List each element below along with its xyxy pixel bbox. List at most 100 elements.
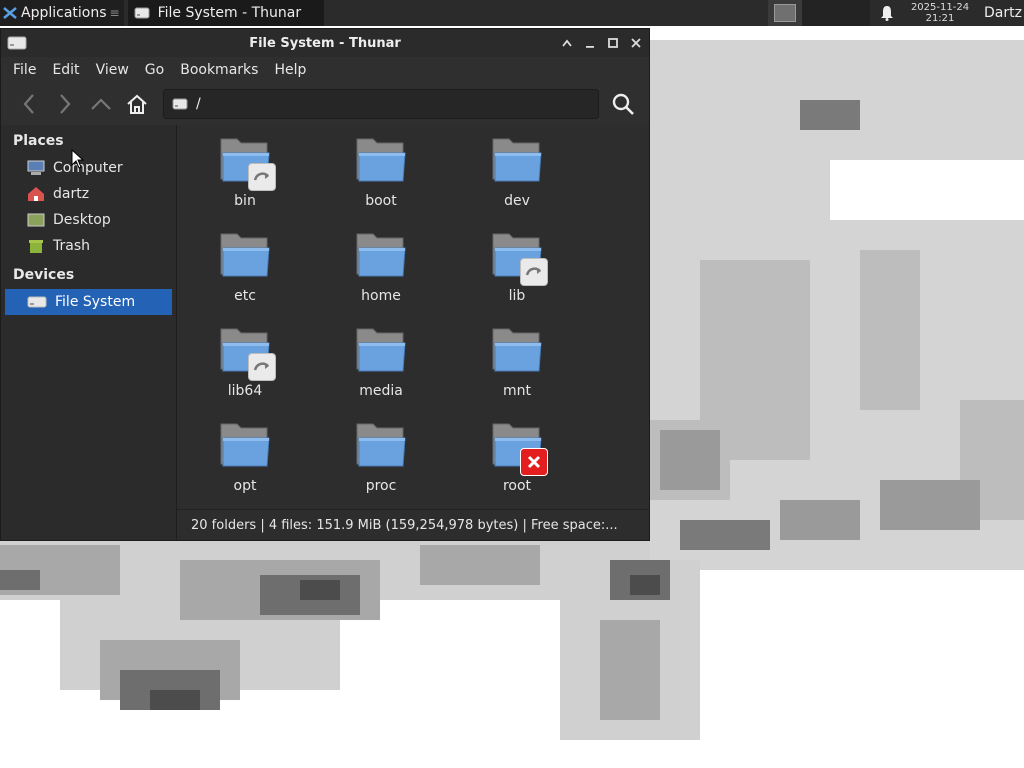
folder-item[interactable]: mnt — [449, 315, 585, 410]
sidebar: Places Computer dartz Desktop Trash Devi… — [1, 125, 177, 540]
folder-label: mnt — [503, 383, 531, 399]
window-title: File System - Thunar — [249, 35, 401, 51]
menu-help[interactable]: Help — [266, 62, 314, 78]
applications-label: Applications — [21, 5, 107, 21]
applications-menu-button[interactable]: Applications ≡ — [0, 0, 124, 26]
menu-edit[interactable]: Edit — [44, 62, 87, 78]
sidebar-item-label: Computer — [53, 160, 123, 176]
chevron-left-icon — [23, 94, 34, 114]
trash-icon — [29, 240, 43, 253]
symlink-emblem-icon — [520, 258, 548, 286]
folder-icon — [489, 325, 545, 377]
applications-icon — [3, 7, 17, 19]
forward-button[interactable] — [47, 86, 83, 122]
folder-icon — [353, 230, 409, 282]
desktop-icon — [27, 213, 45, 227]
minimize-icon — [585, 46, 594, 48]
drive-icon — [134, 7, 150, 19]
folder-icon — [489, 420, 548, 476]
symlink-emblem-icon — [248, 163, 276, 191]
sidebar-item-computer[interactable]: Computer — [5, 155, 172, 181]
home-folder-icon — [28, 187, 44, 201]
folder-label: dev — [504, 193, 530, 209]
parent-folder-button[interactable] — [83, 86, 119, 122]
taskbar-thunar-button[interactable]: File System - Thunar — [127, 0, 324, 26]
folder-icon — [217, 420, 273, 472]
clock-time: 21:21 — [925, 13, 955, 24]
computer-icon — [27, 160, 45, 175]
sidebar-item-desktop[interactable]: Desktop — [5, 207, 172, 233]
maximize-icon — [607, 38, 618, 48]
sidebar-item-dartz[interactable]: dartz — [5, 181, 172, 207]
folder-item[interactable]: dev — [449, 125, 585, 220]
close-icon — [630, 38, 641, 48]
menu-file[interactable]: File — [5, 62, 44, 78]
folder-item[interactable]: etc — [177, 220, 313, 315]
folder-item[interactable]: media — [313, 315, 449, 410]
notification-button[interactable] — [870, 0, 904, 26]
home-icon — [127, 94, 147, 114]
folder-item[interactable]: proc — [313, 410, 449, 505]
folder-item[interactable]: home — [313, 220, 449, 315]
search-icon — [612, 93, 634, 115]
folder-label: lib64 — [227, 383, 263, 399]
chevron-up-icon — [91, 98, 111, 110]
folder-item[interactable]: bin — [177, 125, 313, 220]
folder-icon — [353, 325, 409, 377]
folder-label: proc — [365, 478, 397, 494]
folder-label: lib — [508, 288, 526, 304]
drive-icon — [172, 98, 188, 110]
menu-bookmarks[interactable]: Bookmarks — [172, 62, 266, 78]
sidebar-item-file-system[interactable]: File System — [5, 289, 172, 315]
sidebar-item-trash[interactable]: Trash — [5, 233, 172, 259]
file-grid: bin boot dev etc home lib lib64 media mnt opt proc… — [177, 125, 649, 509]
folder-icon — [353, 420, 409, 472]
maximize-button[interactable] — [603, 33, 622, 53]
workspace-1[interactable] — [768, 0, 802, 26]
folder-item[interactable]: root — [449, 410, 585, 505]
chevron-up-icon — [561, 39, 572, 47]
menubar: File Edit View Go Bookmarks Help — [1, 57, 649, 83]
sidebar-item-label: Trash — [53, 238, 90, 254]
folder-icon — [489, 135, 545, 187]
workspace-switcher[interactable] — [768, 0, 870, 26]
folder-label: media — [359, 383, 403, 399]
minimize-button[interactable] — [580, 33, 599, 53]
folder-item[interactable]: lib — [449, 220, 585, 315]
sidebar-item-label: dartz — [53, 186, 90, 202]
folder-item[interactable]: lib64 — [177, 315, 313, 410]
clock[interactable]: 2025-11-24 21:21 — [904, 0, 976, 26]
chevron-right-icon — [60, 94, 71, 114]
back-button[interactable] — [11, 86, 47, 122]
folder-label: boot — [365, 193, 397, 209]
folder-label: root — [502, 478, 532, 494]
menu-view[interactable]: View — [88, 62, 137, 78]
menu-separator-icon: ≡ — [109, 6, 120, 20]
location-bar[interactable]: / — [163, 89, 599, 119]
folder-item[interactable]: boot — [313, 125, 449, 220]
workspace-2[interactable] — [802, 0, 836, 26]
workspace-window-preview — [774, 4, 796, 22]
symlink-emblem-icon — [248, 353, 276, 381]
workspace-3[interactable] — [836, 0, 870, 26]
folder-label: home — [361, 288, 401, 304]
home-button[interactable] — [119, 86, 155, 122]
drive-icon — [7, 36, 27, 50]
drive-icon — [27, 296, 47, 308]
sidebar-item-label: Desktop — [53, 212, 111, 228]
window-titlebar[interactable]: File System - Thunar — [1, 29, 649, 57]
search-button[interactable] — [605, 86, 641, 122]
menu-go[interactable]: Go — [137, 62, 172, 78]
folder-icon — [217, 135, 276, 191]
clock-date: 2025-11-24 — [910, 2, 970, 13]
folder-icon — [217, 325, 276, 381]
user-menu[interactable]: Dartz — [976, 5, 1024, 21]
folder-icon — [217, 230, 273, 282]
close-button[interactable] — [626, 33, 645, 53]
devices-header: Devices — [13, 267, 75, 283]
mouse-cursor — [71, 149, 85, 169]
window-menu-button[interactable] — [557, 33, 576, 53]
window-body: Places Computer dartz Desktop Trash Devi… — [1, 125, 649, 540]
top-panel: Applications ≡ File System - Thunar 2025… — [0, 0, 1024, 26]
folder-item[interactable]: opt — [177, 410, 313, 505]
